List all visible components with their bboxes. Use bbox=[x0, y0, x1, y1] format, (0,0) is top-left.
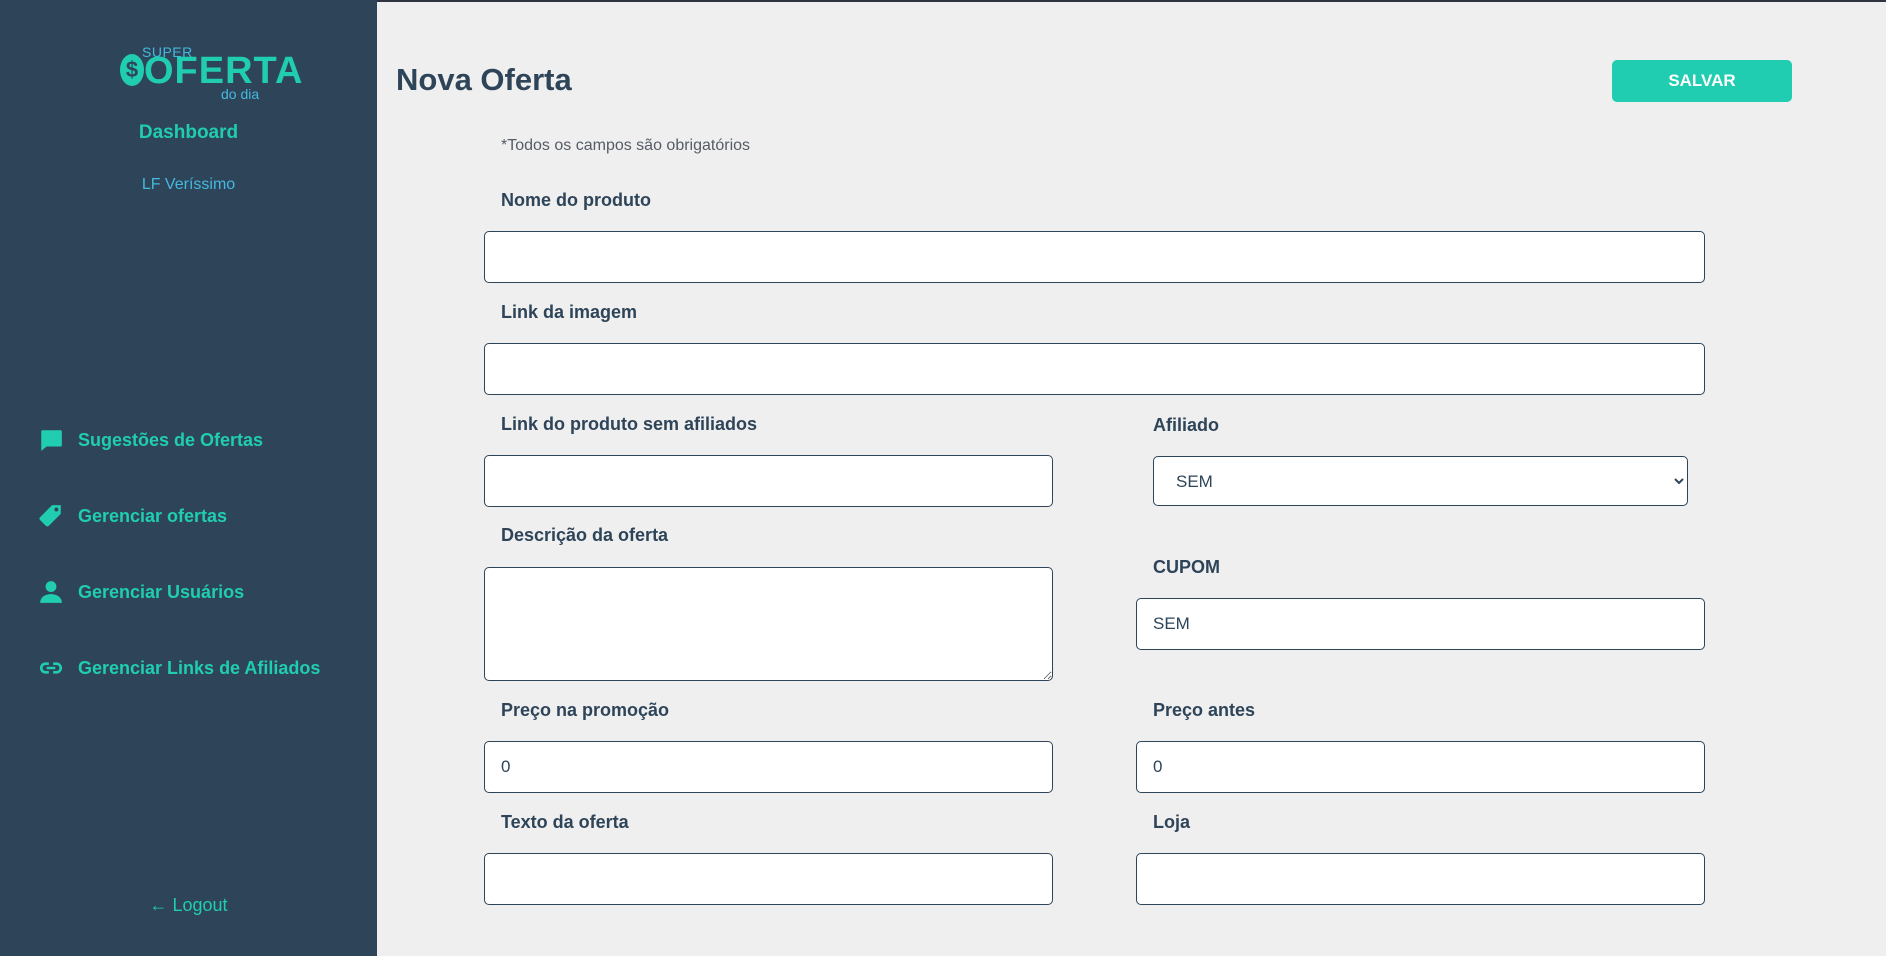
cupom-label: CUPOM bbox=[1153, 557, 1220, 577]
sidebar-item-gerenciar-links[interactable]: Gerenciar Links de Afiliados bbox=[38, 653, 320, 683]
sidebar-item-label: Gerenciar Links de Afiliados bbox=[78, 657, 321, 678]
logout-link[interactable]: ← Logout bbox=[0, 895, 377, 916]
link-produto-input[interactable] bbox=[484, 455, 1053, 507]
preco-promocao-input[interactable] bbox=[484, 741, 1053, 793]
sidebar-item-gerenciar-usuarios[interactable]: Gerenciar Usuários bbox=[38, 577, 244, 607]
person-icon bbox=[40, 581, 62, 603]
preco-promocao-label: Preço na promoção bbox=[501, 700, 670, 720]
link-icon bbox=[39, 662, 63, 674]
afiliado-select[interactable]: SEM bbox=[1153, 456, 1688, 506]
logo-oferta-text: OFERTA bbox=[144, 50, 304, 92]
nome-produto-input[interactable] bbox=[484, 231, 1705, 283]
link-produto-label: Link do produto sem afiliados bbox=[501, 414, 758, 434]
cupom-input[interactable] bbox=[1136, 598, 1705, 650]
brand-logo[interactable]: SUPER $ OFERTA do dia bbox=[118, 42, 302, 104]
link-imagem-label: Link da imagem bbox=[501, 302, 638, 322]
nome-produto-label: Nome do produto bbox=[501, 190, 651, 210]
logo-dodia-text: do dia bbox=[221, 86, 260, 102]
price-tag-icon bbox=[39, 505, 61, 527]
save-button[interactable]: SALVAR bbox=[1612, 60, 1792, 102]
sidebar: SUPER $ OFERTA do dia Dashboard LF Verís… bbox=[0, 0, 377, 956]
texto-oferta-label: Texto da oferta bbox=[501, 812, 629, 832]
descricao-label: Descrição da oferta bbox=[501, 525, 669, 545]
texto-oferta-input[interactable] bbox=[484, 853, 1053, 905]
main-content: Nova Oferta SALVAR *Todos os campos são … bbox=[377, 0, 1886, 956]
preco-antes-input[interactable] bbox=[1136, 741, 1705, 793]
sidebar-item-label: Sugestões de Ofertas bbox=[78, 429, 264, 450]
dollar-coin-icon: $ bbox=[120, 54, 144, 86]
preco-antes-label: Preço antes bbox=[1153, 700, 1256, 720]
descricao-textarea[interactable] bbox=[484, 567, 1053, 681]
sidebar-item-sugestoes[interactable]: Sugestões de Ofertas bbox=[38, 425, 263, 455]
sidebar-item-label: Gerenciar ofertas bbox=[78, 505, 228, 526]
afiliado-label: Afiliado bbox=[1153, 415, 1219, 435]
sidebar-item-label: Gerenciar Usuários bbox=[78, 581, 245, 602]
chat-bubble-icon bbox=[41, 430, 62, 451]
loja-label: Loja bbox=[1153, 812, 1191, 832]
sidebar-item-gerenciar-ofertas[interactable]: Gerenciar ofertas bbox=[38, 501, 227, 531]
user-name-link[interactable]: LF Veríssimo bbox=[0, 176, 377, 194]
required-fields-note: *Todos os campos são obrigatórios bbox=[501, 137, 751, 154]
dashboard-link[interactable]: Dashboard bbox=[0, 122, 377, 144]
loja-input[interactable] bbox=[1136, 853, 1705, 905]
page-title: Nova Oferta bbox=[396, 62, 572, 97]
link-imagem-input[interactable] bbox=[484, 343, 1705, 395]
